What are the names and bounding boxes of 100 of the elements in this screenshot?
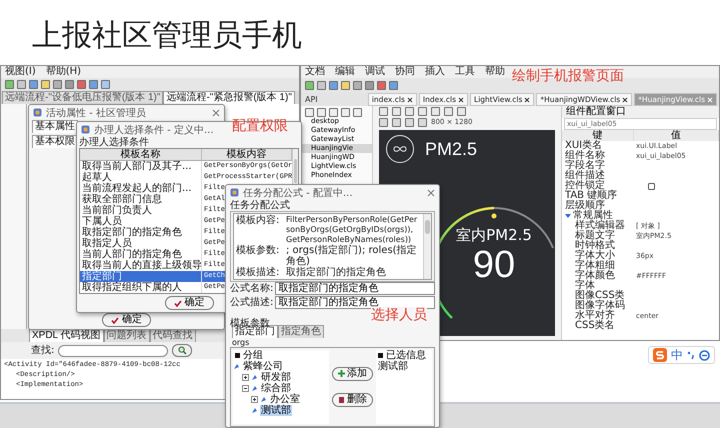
property-key: 图像CSS类 <box>562 291 634 301</box>
template-name-cell[interactable]: 当前流程发起人的部门... <box>80 183 202 194</box>
group-label: 办理人选择条件 <box>79 137 150 148</box>
tree-item[interactable]: 办公室 <box>269 394 301 405</box>
property-key: XUI类名 <box>562 141 634 151</box>
infinity-icon <box>385 134 415 164</box>
list-item[interactable]: 测试部 <box>376 360 432 372</box>
menu-item[interactable]: 编辑 <box>335 66 355 78</box>
annotation-text: 选择人员 <box>371 306 427 324</box>
menu-item[interactable]: 调试 <box>365 66 385 78</box>
side-tab[interactable]: API <box>301 94 368 106</box>
caret-icon[interactable] <box>565 213 571 219</box>
property-key: 字体 <box>562 281 634 291</box>
close-icon[interactable] <box>458 96 464 102</box>
template-name-cell[interactable]: 当前部门负责人 <box>80 205 202 216</box>
property-key: CSS类名 <box>562 321 634 331</box>
field-label: 模板描述: <box>236 267 280 278</box>
menu-item[interactable]: 插入 <box>425 66 445 78</box>
column-header: 值 <box>634 130 719 141</box>
field-label: 模板内容: <box>236 215 280 228</box>
gauge-title: 室内PM2.5 <box>456 226 532 244</box>
tree-item[interactable]: 紫蜂公司 <box>242 360 284 372</box>
menu-item[interactable]: 帮助(H) <box>46 66 82 78</box>
template-name-cell[interactable]: 取得指定组织下属的人 <box>80 282 202 293</box>
template-name-cell[interactable]: 下属人员 <box>80 216 202 227</box>
property-key: 组件描述 <box>562 171 634 181</box>
app-icon <box>230 188 239 197</box>
menu-item[interactable]: 视图(I) <box>5 66 36 78</box>
checkbox[interactable] <box>648 182 655 190</box>
panel-tab[interactable]: 问题列表 <box>104 329 150 342</box>
slide-title: 上报社区管理员手机 <box>32 17 302 55</box>
template-name-cell[interactable]: 获取全部部门信息 <box>80 194 202 205</box>
annotation-text: 配置权限 <box>232 118 288 135</box>
close-icon[interactable] <box>406 96 413 102</box>
close-icon[interactable] <box>524 96 530 102</box>
panel-tab[interactable]: 代码查找 <box>150 329 196 342</box>
property-key: 层级顺序 <box>562 201 634 211</box>
template-name-cell[interactable]: 当前人部门的指定角色 <box>80 249 202 260</box>
s-logo-icon <box>653 348 667 362</box>
delete-button[interactable]: 删除 <box>332 392 373 407</box>
dialog-title: 办理人选择条件 - 定义中... <box>94 124 214 136</box>
template-name-cell[interactable]: 起草人 <box>80 172 202 183</box>
menu-item[interactable]: 工具 <box>455 66 475 78</box>
group-label: 任务分配公式 <box>230 200 291 211</box>
field-label: 模板参数: <box>236 245 280 258</box>
dialog-tab[interactable]: 基本属性 <box>32 120 78 133</box>
template-name-cell[interactable]: 取指定部门的指定角色 <box>80 227 202 238</box>
parameter-tab[interactable]: 指定角色 <box>278 324 324 338</box>
group-label: orgs <box>232 338 250 347</box>
search-button[interactable] <box>172 344 192 357</box>
expand-icon[interactable] <box>251 396 258 403</box>
template-name-cell[interactable]: 取指定人员 <box>80 238 202 249</box>
ok-button[interactable]: 确定 <box>102 313 151 327</box>
input-field[interactable]: 取指定部门的指定角色 <box>275 282 435 296</box>
search-icon <box>178 346 187 355</box>
org-icon <box>233 362 240 370</box>
property-key: 字段名字 <box>562 161 634 171</box>
field-value: ; orgs(指定部门); roles(指定角色) <box>286 245 418 267</box>
add-button[interactable]: 添加 <box>332 366 373 381</box>
search-field[interactable] <box>58 344 168 356</box>
close-icon[interactable] <box>622 96 628 102</box>
collapse-icon[interactable] <box>242 384 249 392</box>
field-label: 公式名称: <box>230 283 274 294</box>
property-key: TAB 键顺序 <box>562 191 634 201</box>
menu-item[interactable]: 帮助 <box>485 66 505 78</box>
square-icon <box>378 352 383 358</box>
dialog-tab[interactable]: 基本权限 <box>32 135 78 148</box>
scrollbar[interactable] <box>423 214 431 279</box>
tree-item[interactable]: 综合部 <box>260 382 292 394</box>
expand-icon[interactable] <box>242 374 249 381</box>
panel-tab[interactable]: XPDL 代码视图 <box>29 329 104 342</box>
property-key: 字体颜色 <box>562 271 634 281</box>
app-icon <box>33 108 42 117</box>
punctuation-icon[interactable] <box>687 350 695 360</box>
tree-item[interactable]: 研发部 <box>260 372 292 383</box>
pane-header: 分组 <box>243 350 263 361</box>
tree-item[interactable]: 测试部 <box>260 404 292 416</box>
checkmark-icon <box>111 316 119 324</box>
dialog-title: 活动属性 - 社区管理员 <box>46 106 146 120</box>
property-key: 时钟格式 <box>562 241 634 251</box>
ok-button[interactable]: 确定 <box>164 296 214 310</box>
trash-icon <box>338 396 345 404</box>
property-key: 控件锁定 <box>562 181 634 191</box>
dialog-title: 任务分配公式 - 配置中... <box>243 186 353 200</box>
property-key: 组件名称 <box>562 151 634 161</box>
document-tab[interactable]: 远端流程-"设备低电压报警(版本 1)" <box>2 91 164 104</box>
input-method-bar[interactable]: 中 <box>648 346 715 364</box>
property-key: 标题文字 <box>562 231 634 241</box>
square-icon <box>235 352 240 358</box>
section-header[interactable]: 常规属性 <box>573 211 613 221</box>
property-key: 字体大小 <box>562 251 634 261</box>
gauge-value: 90 <box>472 244 516 286</box>
panel-title: 组件配置窗口 <box>562 106 719 118</box>
menu-item[interactable]: 协同 <box>395 66 415 78</box>
pm25-label: PM2.5 <box>425 138 478 160</box>
annotation-text: 绘制手机报警页面 <box>512 68 624 85</box>
template-name-cell[interactable]: 指定部门 <box>80 271 202 282</box>
template-name-cell[interactable]: 取得当前人部门及其子... <box>80 161 202 172</box>
input-mode-label[interactable]: 中 <box>671 348 683 362</box>
document-tab[interactable]: 远端流程-"紧急报警(版本 1)" <box>163 91 295 104</box>
